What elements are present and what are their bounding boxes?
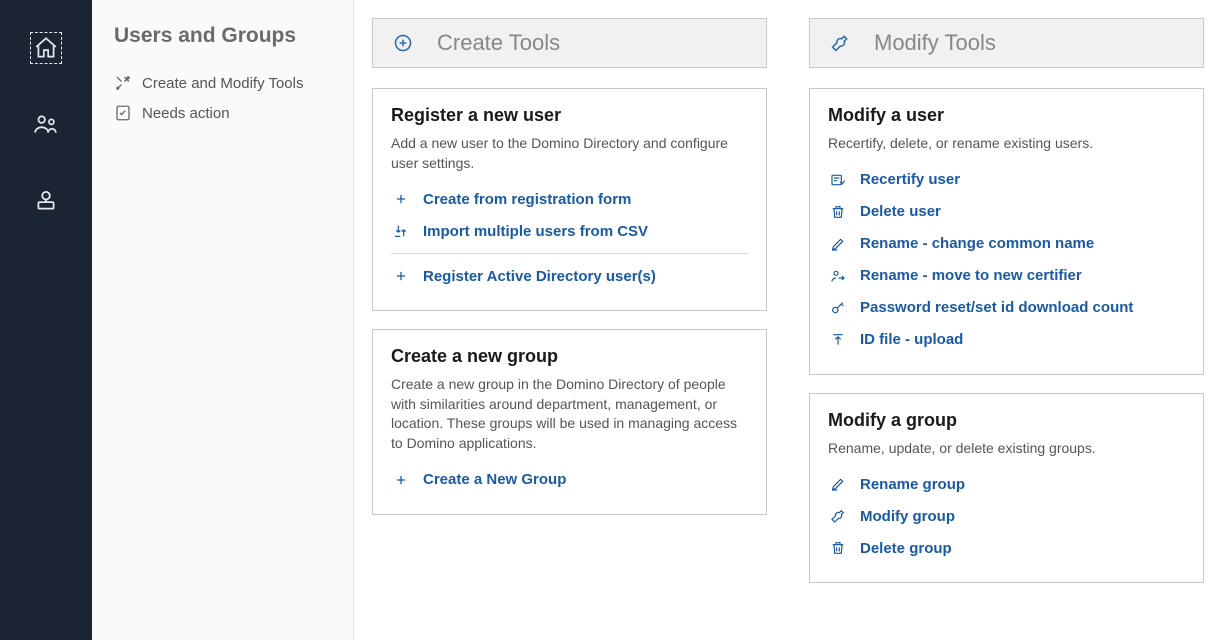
action-label: ID file - upload — [860, 331, 963, 348]
action-id-file-upload[interactable]: ID file - upload — [828, 324, 1185, 356]
card-desc: Add a new user to the Domino Directory a… — [391, 134, 748, 173]
pencil-icon — [828, 234, 848, 254]
card-modify-group: Modify a group Rename, update, or delete… — [809, 393, 1204, 584]
action-delete-group[interactable]: Delete group — [828, 532, 1185, 564]
action-list: Register Active Directory user(s) — [391, 260, 748, 292]
tools-icon — [114, 74, 132, 92]
action-modify-group[interactable]: Modify group — [828, 500, 1185, 532]
action-label: Register Active Directory user(s) — [423, 268, 656, 285]
action-register-ad-users[interactable]: Register Active Directory user(s) — [391, 260, 748, 292]
users-icon — [33, 111, 59, 137]
plus-icon — [391, 189, 411, 209]
action-rename-move-certifier[interactable]: Rename - move to new certifier — [828, 260, 1185, 292]
action-recertify-user[interactable]: Recertify user — [828, 164, 1185, 196]
card-modify-user: Modify a user Recertify, delete, or rena… — [809, 88, 1204, 375]
side-item-label: Create and Modify Tools — [142, 75, 303, 92]
create-tools-title: Create Tools — [437, 30, 560, 56]
card-register-user: Register a new user Add a new user to th… — [372, 88, 767, 311]
action-label: Delete group — [860, 540, 952, 557]
upload-icon — [828, 330, 848, 350]
nav-rail — [0, 0, 92, 640]
action-rename-common-name[interactable]: Rename - change common name — [828, 228, 1185, 260]
action-delete-user[interactable]: Delete user — [828, 196, 1185, 228]
person-move-icon — [828, 266, 848, 286]
plus-circle-icon — [393, 33, 413, 53]
action-create-new-group[interactable]: Create a New Group — [391, 464, 748, 496]
modify-tools-column: Modify Tools Modify a user Recertify, de… — [809, 18, 1204, 622]
card-desc: Create a new group in the Domino Directo… — [391, 375, 748, 453]
wrench-icon — [828, 506, 848, 526]
action-label: Create a New Group — [423, 471, 566, 488]
main-content: Create Tools Register a new user Add a n… — [354, 0, 1228, 640]
action-label: Rename group — [860, 476, 965, 493]
rail-users[interactable] — [26, 104, 66, 144]
action-rename-group[interactable]: Rename group — [828, 468, 1185, 500]
action-label: Recertify user — [860, 171, 960, 188]
side-item-needs-action[interactable]: Needs action — [114, 98, 329, 128]
modify-tools-header: Modify Tools — [809, 18, 1204, 68]
action-list: Create a New Group — [391, 464, 748, 496]
card-title: Modify a user — [828, 105, 1185, 126]
action-label: Rename - change common name — [860, 235, 1094, 252]
create-tools-column: Create Tools Register a new user Add a n… — [372, 18, 767, 622]
card-desc: Rename, update, or delete existing group… — [828, 439, 1185, 459]
action-label: Modify group — [860, 508, 955, 525]
side-panel: Users and Groups Create and Modify Tools… — [92, 0, 354, 640]
card-title: Modify a group — [828, 410, 1185, 431]
import-icon — [391, 221, 411, 241]
home-icon — [33, 35, 59, 61]
side-item-create-modify-tools[interactable]: Create and Modify Tools — [114, 68, 329, 98]
card-desc: Recertify, delete, or rename existing us… — [828, 134, 1185, 154]
create-tools-header: Create Tools — [372, 18, 767, 68]
wrench-icon — [830, 33, 850, 53]
action-label: Create from registration form — [423, 191, 631, 208]
key-icon — [828, 298, 848, 318]
action-password-reset[interactable]: Password reset/set id download count — [828, 292, 1185, 324]
action-list: Rename group Modify group Delete group — [828, 468, 1185, 564]
rail-home[interactable] — [26, 28, 66, 68]
side-panel-title: Users and Groups — [114, 24, 329, 48]
side-item-label: Needs action — [142, 105, 230, 122]
plus-icon — [391, 470, 411, 490]
action-create-from-form[interactable]: Create from registration form — [391, 183, 748, 215]
checklist-icon — [114, 104, 132, 122]
action-list: Recertify user Delete user Rename - chan… — [828, 164, 1185, 356]
action-import-csv[interactable]: Import multiple users from CSV — [391, 215, 748, 247]
action-label: Rename - move to new certifier — [860, 267, 1082, 284]
machine-icon — [33, 187, 59, 213]
trash-icon — [828, 202, 848, 222]
rail-machine[interactable] — [26, 180, 66, 220]
plus-icon — [391, 266, 411, 286]
action-list: Create from registration form Import mul… — [391, 183, 748, 247]
pencil-icon — [828, 474, 848, 494]
action-label: Import multiple users from CSV — [423, 223, 648, 240]
card-create-group: Create a new group Create a new group in… — [372, 329, 767, 514]
action-label: Delete user — [860, 203, 941, 220]
recertify-icon — [828, 170, 848, 190]
action-label: Password reset/set id download count — [860, 299, 1133, 316]
divider — [391, 253, 748, 254]
trash-icon — [828, 538, 848, 558]
card-title: Create a new group — [391, 346, 748, 367]
modify-tools-title: Modify Tools — [874, 30, 996, 56]
card-title: Register a new user — [391, 105, 748, 126]
